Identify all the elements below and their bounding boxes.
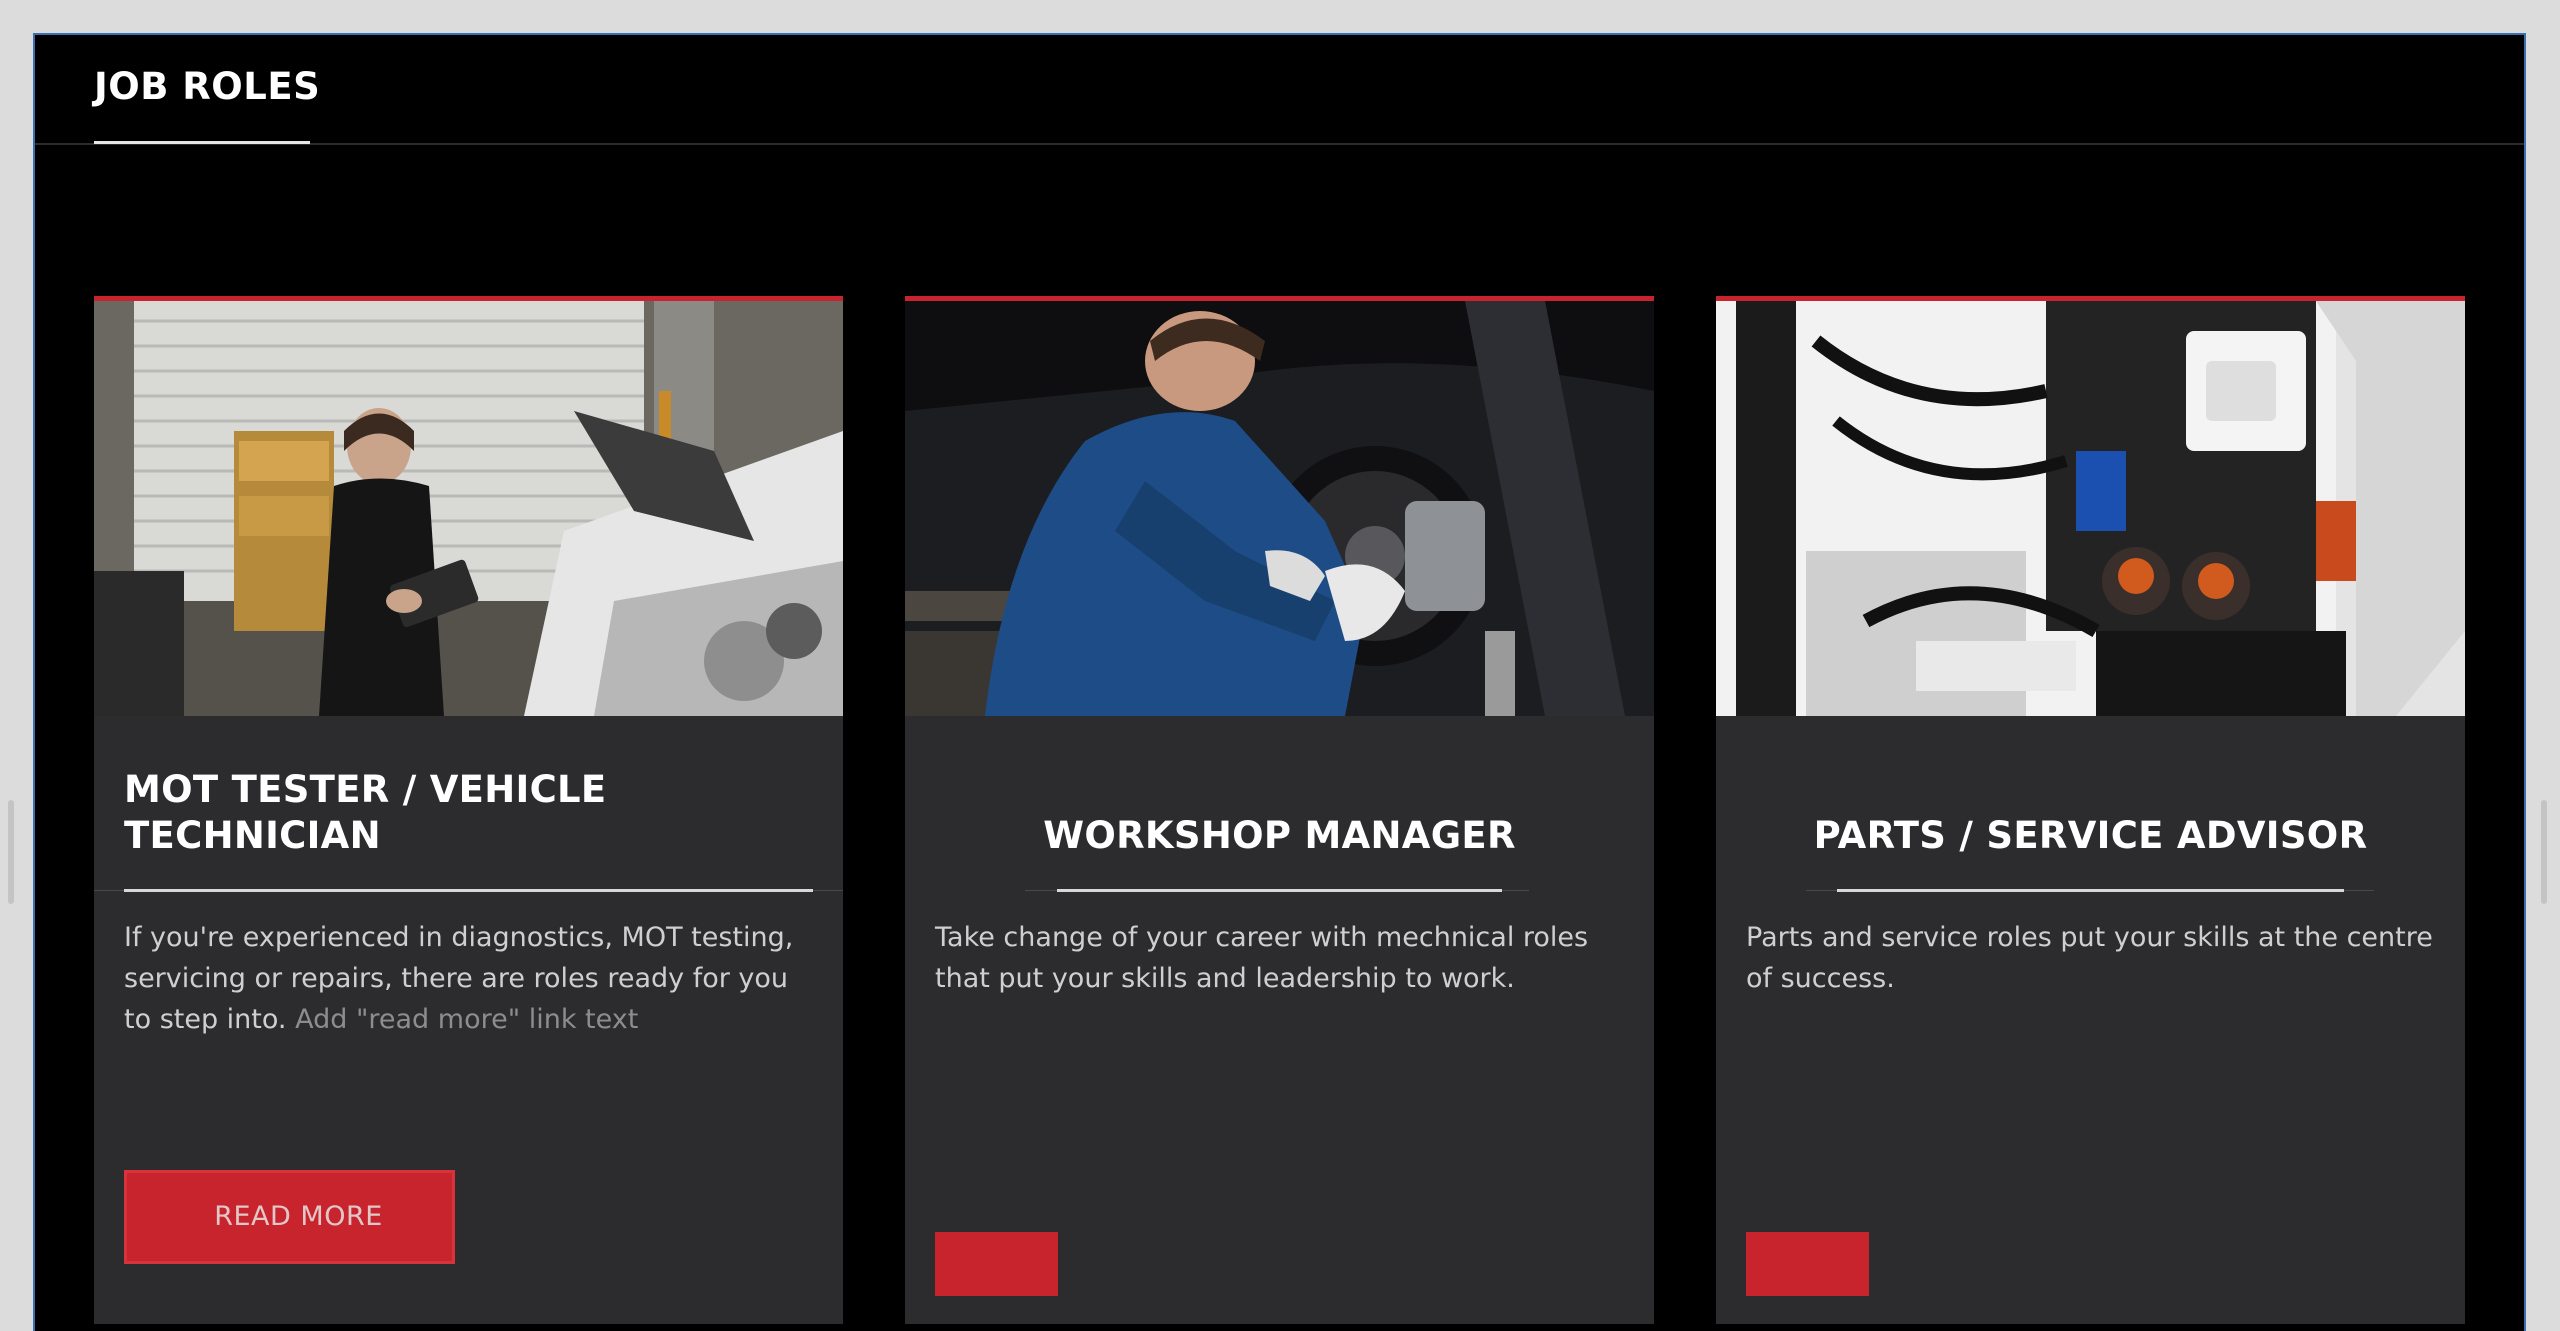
job-card-parts-service-advisor: PARTS / SERVICE ADVISOR Parts and servic…	[1716, 296, 2465, 1324]
job-card-mot-tester: MOT TESTER / VEHICLE TECHNICIAN If you'r…	[94, 296, 843, 1324]
section-header: JOB ROLES	[35, 35, 2524, 145]
left-resize-handle[interactable]	[8, 800, 14, 904]
card-title: MOT TESTER / VEHICLE TECHNICIAN	[124, 768, 607, 857]
read-more-button[interactable]: READ MORE	[124, 1170, 455, 1264]
card-button[interactable]	[1746, 1232, 1869, 1296]
job-card-workshop-manager: WORKSHOP MANAGER Take change of your car…	[905, 296, 1654, 1324]
card-description: Take change of your career with mechnica…	[935, 922, 1589, 994]
card-description: If you're experienced in diagnostics, MO…	[124, 917, 819, 1040]
card-title: WORKSHOP MANAGER	[1043, 814, 1516, 857]
engine-bay-photo	[1716, 301, 2465, 716]
card-title-underline	[1837, 889, 2344, 892]
read-more-link[interactable]: Add "read more" link text	[295, 1004, 638, 1035]
section-title-underline	[94, 141, 310, 144]
right-resize-handle[interactable]	[2541, 800, 2547, 904]
job-roles-section: JOB ROLES MOT TESTER / VEHICLE TECHNICIA…	[33, 33, 2526, 1331]
card-description: Parts and service roles put your skills …	[1746, 922, 2433, 994]
card-title-underline	[1057, 889, 1502, 892]
section-title: JOB ROLES	[94, 65, 321, 108]
mechanic-brake-disc-photo	[905, 301, 1654, 716]
card-button[interactable]	[935, 1232, 1058, 1296]
card-title-underline	[124, 889, 813, 892]
card-title: PARTS / SERVICE ADVISOR	[1813, 814, 2368, 857]
technician-with-tablet-photo	[94, 301, 843, 716]
